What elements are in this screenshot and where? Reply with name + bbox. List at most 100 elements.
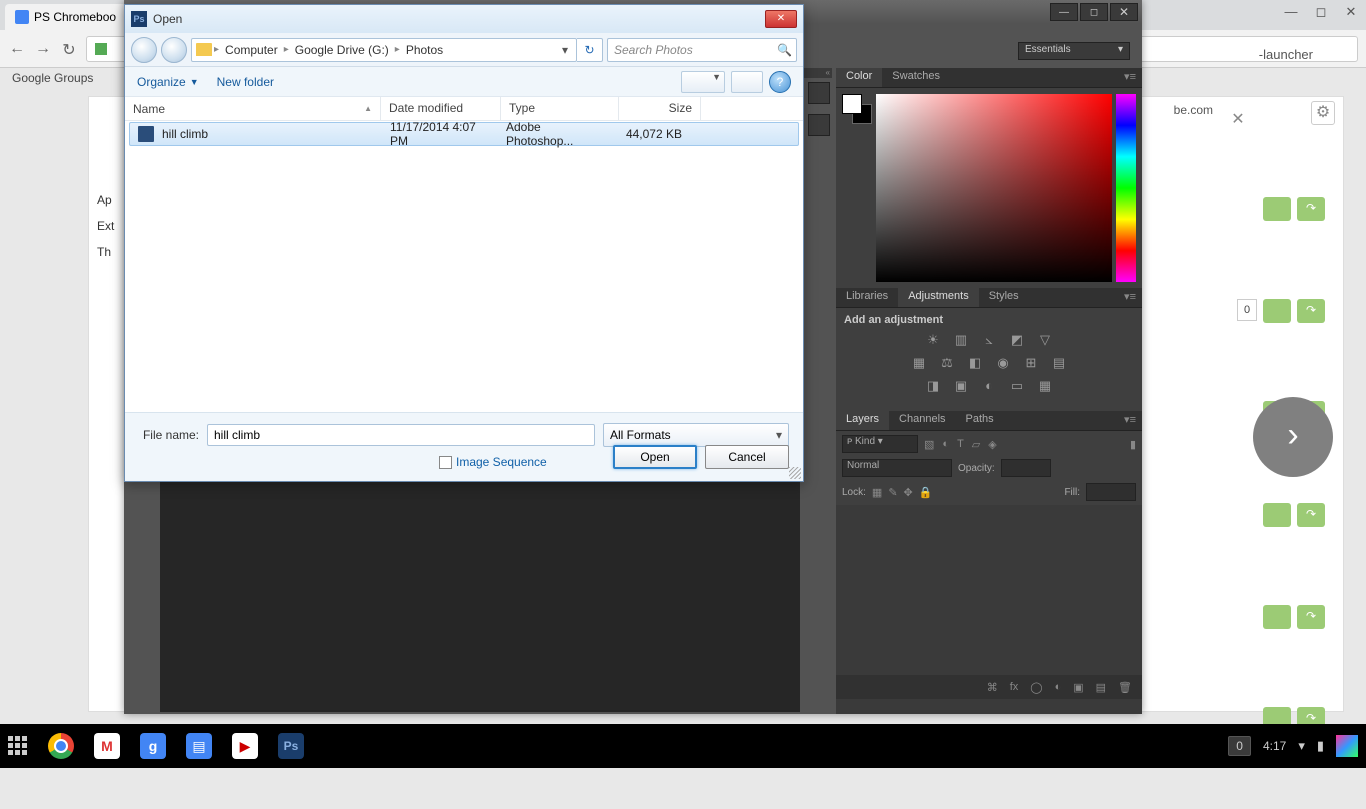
fx-icon[interactable]: fx <box>1010 681 1019 693</box>
chrome-icon[interactable] <box>48 733 74 759</box>
chrome-maximize[interactable]: ◻ <box>1311 4 1331 20</box>
gradient-map-icon[interactable]: ▭ <box>1008 378 1026 396</box>
brightness-icon[interactable]: ☀ <box>924 332 942 350</box>
lock-paint-icon[interactable]: ✎ <box>888 486 897 499</box>
close-icon[interactable]: ✕ <box>1231 109 1245 123</box>
levels-icon[interactable]: ▥ <box>952 332 970 350</box>
file-filter-select[interactable]: All Formats <box>603 423 789 447</box>
chrome-close[interactable]: ✕ <box>1341 4 1361 20</box>
col-size[interactable]: Size <box>619 97 701 120</box>
ext-button[interactable] <box>1263 503 1291 527</box>
channel-mixer-icon[interactable]: ⊞ <box>1022 355 1040 373</box>
battery-icon[interactable]: ▮ <box>1317 738 1324 754</box>
col-date[interactable]: Date modified <box>381 97 501 120</box>
lock-move-icon[interactable]: ✥ <box>904 486 913 499</box>
filter-smart-icon[interactable]: ◈ <box>988 438 996 451</box>
vibrance-icon[interactable]: ▽ <box>1036 332 1054 350</box>
panel-menu-icon[interactable]: ▾≡ <box>1118 68 1142 87</box>
lock-all-icon[interactable]: 🔒 <box>919 486 933 499</box>
hue-icon[interactable]: ▦ <box>910 355 928 373</box>
ps-minimize[interactable]: — <box>1050 3 1078 21</box>
refresh-button[interactable]: ↻ <box>577 38 603 62</box>
breadcrumb-seg[interactable]: Photos <box>402 43 447 57</box>
lock-trans-icon[interactable]: ▦ <box>872 486 882 499</box>
preview-pane-button[interactable] <box>731 71 763 93</box>
posterize-icon[interactable]: ▣ <box>952 378 970 396</box>
share-button[interactable]: ↷ <box>1297 503 1325 527</box>
paths-tab[interactable]: Paths <box>956 411 1004 430</box>
filename-input[interactable]: hill climb <box>207 424 595 446</box>
bookmark-item[interactable]: Google Groups <box>12 71 93 85</box>
layers-tab[interactable]: Layers <box>836 411 889 430</box>
swatches-tab[interactable]: Swatches <box>882 68 950 87</box>
balance-icon[interactable]: ⚖ <box>938 355 956 373</box>
filter-adj-icon[interactable]: ◐ <box>942 438 949 451</box>
settings-gear-icon[interactable]: ⚙ <box>1311 101 1335 125</box>
open-button[interactable]: Open <box>613 445 697 469</box>
ext-button[interactable] <box>1263 605 1291 629</box>
blend-mode-select[interactable]: Normal <box>842 459 952 477</box>
help-button[interactable]: ? <box>769 71 791 93</box>
color-tab[interactable]: Color <box>836 68 882 87</box>
color-field[interactable] <box>876 94 1112 282</box>
selective-color-icon[interactable]: ▦ <box>1036 378 1054 396</box>
user-avatar[interactable] <box>1336 735 1358 757</box>
lookup-icon[interactable]: ▤ <box>1050 355 1068 373</box>
nav-forward-button[interactable] <box>161 37 187 63</box>
breadcrumb-bar[interactable]: ▸ Computer ▸ Google Drive (G:) ▸ Photos … <box>191 38 577 62</box>
panel-menu-icon[interactable]: ▾≡ <box>1118 288 1142 307</box>
share-button[interactable]: ↷ <box>1297 605 1325 629</box>
panel-menu-icon[interactable]: ▾≡ <box>1118 411 1142 430</box>
youtube-icon[interactable]: ▶ <box>232 733 258 759</box>
apps-launcher-icon[interactable] <box>8 736 28 756</box>
col-name[interactable]: Name▲ <box>125 97 381 120</box>
filter-pixel-icon[interactable]: ▧ <box>924 438 934 451</box>
adj-layer-icon[interactable]: ◐ <box>1055 681 1062 693</box>
ext-button[interactable] <box>1263 299 1291 323</box>
ps-close[interactable]: ✕ <box>1110 3 1138 21</box>
filter-type-icon[interactable]: T <box>957 438 964 451</box>
photoshop-icon[interactable]: Ps <box>278 733 304 759</box>
chrome-tab[interactable]: PS Chromeboo <box>5 4 126 30</box>
search-icon[interactable]: 🔍 <box>777 43 792 57</box>
styles-tab[interactable]: Styles <box>979 288 1029 307</box>
new-folder-button[interactable]: New folder <box>217 75 274 89</box>
ext-button[interactable] <box>1263 197 1291 221</box>
curves-icon[interactable]: ⦣ <box>980 332 998 350</box>
exposure-icon[interactable]: ◩ <box>1008 332 1026 350</box>
mask-icon[interactable]: ◯ <box>1030 681 1042 694</box>
hue-slider[interactable] <box>1116 94 1136 282</box>
notification-badge[interactable]: 0 <box>1228 736 1251 756</box>
share-button[interactable]: ↷ <box>1297 299 1325 323</box>
trash-icon[interactable]: 🗑 <box>1118 681 1132 694</box>
history-icon[interactable] <box>808 82 830 104</box>
gmail-icon[interactable]: M <box>94 733 120 759</box>
chevron-right-icon[interactable]: ▸ <box>395 44 400 55</box>
link-layers-icon[interactable]: ⌘ <box>987 681 998 694</box>
chevron-down-icon[interactable]: ▾ <box>558 43 572 57</box>
forward-button[interactable]: → <box>34 40 52 58</box>
cancel-button[interactable]: Cancel <box>705 445 789 469</box>
photo-filter-icon[interactable]: ◉ <box>994 355 1012 373</box>
layer-filter-kind[interactable]: ᴩ Kind ▾ <box>842 435 918 453</box>
panel-collapse-icon[interactable]: « <box>802 68 832 78</box>
chevron-right-icon[interactable]: ▸ <box>214 44 219 55</box>
organize-menu[interactable]: Organize ▼ <box>137 75 199 89</box>
threshold-icon[interactable]: ◐ <box>980 378 998 396</box>
ps-maximize[interactable]: ◻ <box>1080 3 1108 21</box>
filter-shape-icon[interactable]: ▱ <box>972 438 980 451</box>
share-button[interactable]: ↷ <box>1297 197 1325 221</box>
nav-back-button[interactable] <box>131 37 157 63</box>
dialog-close-button[interactable]: ✕ <box>765 10 797 28</box>
group-icon[interactable]: ▣ <box>1073 681 1083 694</box>
view-options-button[interactable]: ▼ <box>681 71 725 93</box>
google-icon[interactable]: g <box>140 733 166 759</box>
wifi-icon[interactable]: ▾ <box>1298 738 1305 754</box>
libraries-tab[interactable]: Libraries <box>836 288 898 307</box>
filter-toggle-icon[interactable]: ▮ <box>1130 438 1136 451</box>
layers-list[interactable] <box>836 505 1142 675</box>
foreground-swatch[interactable] <box>842 94 862 114</box>
chevron-right-icon[interactable]: ▸ <box>284 44 289 55</box>
new-layer-icon[interactable]: ▤ <box>1096 681 1106 694</box>
channels-tab[interactable]: Channels <box>889 411 955 430</box>
